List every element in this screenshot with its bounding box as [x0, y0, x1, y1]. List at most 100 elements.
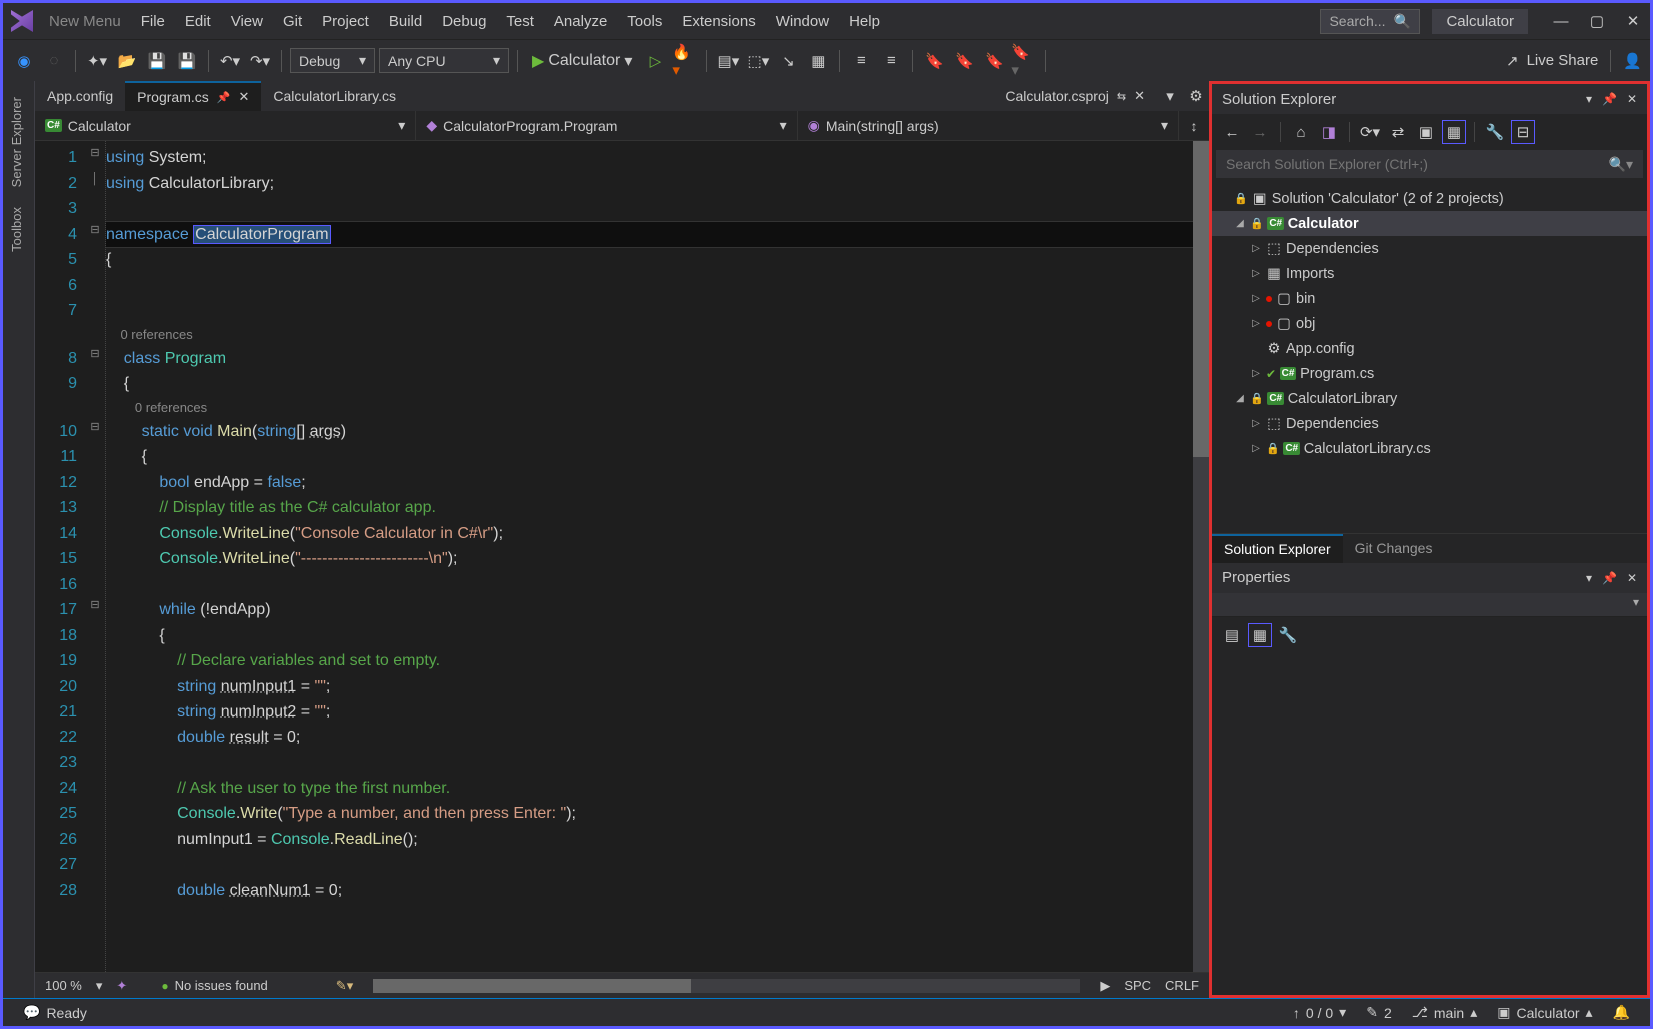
outdent-icon[interactable]: ≡: [848, 48, 874, 74]
expand-icon[interactable]: ▷: [1250, 368, 1262, 379]
menu-window[interactable]: Window: [766, 9, 839, 34]
tree-node-dependencies[interactable]: ▷⬚Dependencies: [1212, 411, 1647, 436]
alphabetical-icon[interactable]: ▦: [1248, 623, 1272, 647]
nav-project[interactable]: C#Calculator▾: [35, 111, 416, 140]
menu-git[interactable]: Git: [273, 9, 312, 34]
config-combo[interactable]: Debug▾: [290, 48, 375, 73]
new-item-button[interactable]: ✦▾: [84, 48, 110, 74]
undo-button[interactable]: ↶▾: [217, 48, 243, 74]
titlebar-project[interactable]: Calculator: [1432, 9, 1528, 34]
tree-node-calculatorlibrary-cs[interactable]: ▷🔒C#CalculatorLibrary.cs: [1212, 436, 1647, 461]
properties-wrench-icon[interactable]: 🔧: [1276, 623, 1300, 647]
intellicode-icon[interactable]: ✦: [116, 978, 127, 994]
panel-dropdown-icon[interactable]: ▾: [1586, 92, 1592, 106]
marker-icon[interactable]: ✎▾: [336, 978, 353, 994]
close-window-button[interactable]: ✕: [1624, 12, 1642, 30]
forward-icon[interactable]: →: [1248, 120, 1272, 144]
status-changes[interactable]: ✎2: [1358, 1004, 1400, 1021]
sync-icon[interactable]: ⟳▾: [1358, 120, 1382, 144]
start-debug-button[interactable]: ▶Calculator▾: [526, 49, 638, 73]
home-icon[interactable]: ⌂: [1289, 120, 1313, 144]
tree-node-app-config[interactable]: ⚙App.config: [1212, 336, 1647, 361]
split-editor-icon[interactable]: ↕: [1179, 111, 1209, 140]
back-button[interactable]: ◉: [11, 48, 37, 74]
menu-tools[interactable]: Tools: [617, 9, 672, 34]
start-no-debug-button[interactable]: ▷: [642, 48, 668, 74]
account-icon[interactable]: 👤: [1623, 52, 1642, 70]
class-view-icon[interactable]: ▦: [805, 48, 831, 74]
solution-explorer-search[interactable]: 🔍▾: [1216, 150, 1643, 178]
solution-search-input[interactable]: [1226, 156, 1609, 172]
expand-icon[interactable]: ▷: [1250, 243, 1262, 254]
menu-view[interactable]: View: [221, 9, 273, 34]
tab-calc-library[interactable]: CalculatorLibrary.cs: [261, 81, 408, 111]
hot-reload-button[interactable]: 🔥▾: [672, 48, 698, 74]
pin-icon[interactable]: 📌: [1602, 92, 1617, 106]
tool-dropdown[interactable]: ⬚▾: [745, 48, 771, 74]
chevron-down-icon[interactable]: ▾: [1625, 593, 1647, 611]
live-share-button[interactable]: Live Share: [1527, 52, 1599, 69]
tree-node-bin[interactable]: ▷▢bin: [1212, 286, 1647, 311]
bookmark-icon[interactable]: 🔖: [921, 48, 947, 74]
bookmark-prev-icon[interactable]: 🔖: [951, 48, 977, 74]
redo-button[interactable]: ↷▾: [247, 48, 273, 74]
close-panel-icon[interactable]: ✕: [1627, 571, 1637, 585]
menu-extensions[interactable]: Extensions: [672, 9, 765, 34]
zoom-level[interactable]: 100 %: [45, 978, 82, 993]
nav-class[interactable]: ◆CalculatorProgram.Program▾: [416, 111, 797, 140]
indentation-mode[interactable]: SPC: [1124, 978, 1151, 993]
bookmark-next-icon[interactable]: 🔖: [981, 48, 1007, 74]
minimize-button[interactable]: —: [1552, 12, 1570, 30]
filter-icon[interactable]: ⇄: [1386, 120, 1410, 144]
menu-analyze[interactable]: Analyze: [544, 9, 617, 34]
tab-overflow-icon[interactable]: ▾: [1157, 83, 1183, 109]
tab-solution-explorer[interactable]: Solution Explorer: [1212, 534, 1343, 563]
indent-icon[interactable]: ≡: [878, 48, 904, 74]
menu-project[interactable]: Project: [312, 9, 379, 34]
collapse-icon[interactable]: ▣: [1414, 120, 1438, 144]
close-icon[interactable]: ✕: [1134, 88, 1145, 104]
tree-node-solution-calculator-2-of-2-projects-[interactable]: 🔒▣Solution 'Calculator' (2 of 2 projects…: [1212, 186, 1647, 211]
tree-node-calculatorlibrary[interactable]: ◢🔒C#CalculatorLibrary: [1212, 386, 1647, 411]
menu-edit[interactable]: Edit: [175, 9, 221, 34]
menu-new-menu[interactable]: New Menu: [39, 9, 131, 34]
expand-icon[interactable]: ▷: [1250, 443, 1262, 454]
menu-build[interactable]: Build: [379, 9, 432, 34]
pin-icon[interactable]: 📌: [217, 91, 231, 104]
toolbox-tab[interactable]: Toolbox: [3, 197, 30, 262]
expand-icon[interactable]: ◢: [1234, 218, 1246, 229]
preview-selected-icon[interactable]: ⊟: [1511, 120, 1535, 144]
titlebar-search[interactable]: Search... 🔍: [1320, 9, 1420, 34]
solution-tree[interactable]: 🔒▣Solution 'Calculator' (2 of 2 projects…: [1212, 182, 1647, 533]
tree-node-calculator[interactable]: ◢🔒C#Calculator: [1212, 211, 1647, 236]
horizontal-scrollbar[interactable]: [373, 979, 1080, 993]
switch-views-icon[interactable]: ◨: [1317, 120, 1341, 144]
preview-icon[interactable]: ⇆: [1117, 90, 1126, 103]
tree-node-program-cs[interactable]: ▷✔C#Program.cs: [1212, 361, 1647, 386]
server-explorer-tab[interactable]: Server Explorer: [3, 87, 30, 197]
tree-node-dependencies[interactable]: ▷⬚Dependencies: [1212, 236, 1647, 261]
tab-csproj[interactable]: Calculator.csproj ⇆ ✕: [993, 88, 1157, 104]
expand-icon[interactable]: ◢: [1234, 393, 1246, 404]
status-repo[interactable]: ▣Calculator▴: [1489, 1004, 1600, 1021]
expand-icon[interactable]: ▷: [1250, 418, 1262, 429]
back-icon[interactable]: ←: [1220, 120, 1244, 144]
tab-app-config[interactable]: App.config: [35, 81, 125, 111]
status-branch[interactable]: ⎇main▴: [1404, 1004, 1486, 1021]
vertical-scrollbar[interactable]: [1193, 141, 1209, 972]
close-icon[interactable]: ✕: [238, 89, 249, 105]
pin-icon[interactable]: 📌: [1602, 571, 1617, 585]
issues-text[interactable]: No issues found: [175, 978, 268, 993]
code-editor[interactable]: 1234567891011121314151617181920212223242…: [35, 141, 1209, 972]
close-panel-icon[interactable]: ✕: [1627, 92, 1637, 106]
menu-debug[interactable]: Debug: [432, 9, 496, 34]
categorized-icon[interactable]: ▤: [1220, 623, 1244, 647]
line-ending[interactable]: CRLF: [1165, 978, 1199, 993]
maximize-button[interactable]: ▢: [1588, 12, 1606, 30]
expand-icon[interactable]: ▷: [1250, 268, 1262, 279]
notifications-icon[interactable]: 🔔: [1605, 1004, 1638, 1021]
open-button[interactable]: 📂: [114, 48, 140, 74]
menu-file[interactable]: File: [131, 9, 175, 34]
forward-button[interactable]: ◌: [41, 48, 67, 74]
tab-program-cs[interactable]: Program.cs 📌 ✕: [125, 81, 261, 111]
